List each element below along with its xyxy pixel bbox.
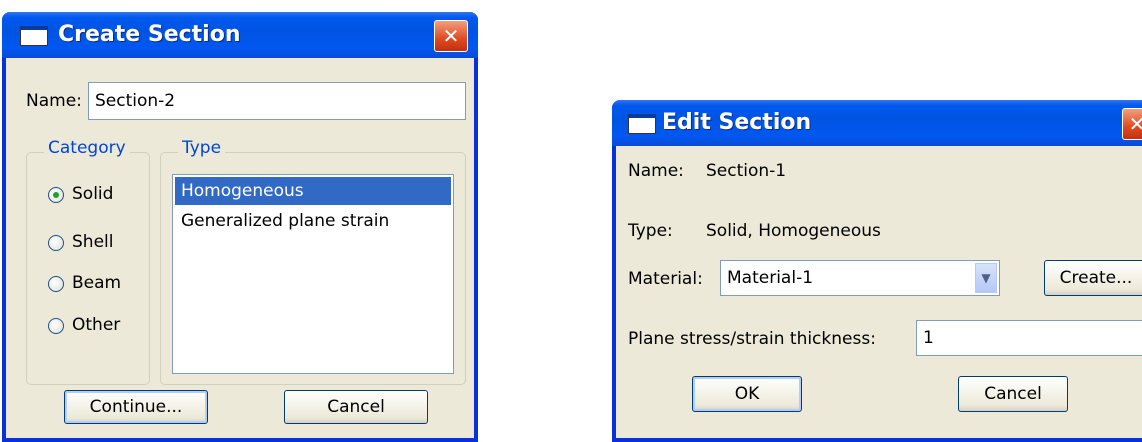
edit-section-titlebar[interactable]: Edit Section ✕ [612,100,1142,146]
type-legend: Type [178,138,226,158]
radio-beam-label[interactable]: Beam [72,273,121,293]
category-legend: Category [44,138,130,158]
window-icon [20,26,48,46]
radio-solid[interactable] [48,187,64,203]
create-section-dialog: Create Section ✕ Name: Section-2 Categor… [2,12,478,442]
name-label: Name: [628,161,684,181]
type-listbox[interactable]: Homogeneous Generalized plane strain [172,174,454,374]
type-value: Solid, Homogeneous [706,221,881,241]
radio-shell-label[interactable]: Shell [72,232,113,252]
create-section-title: Create Section [58,22,241,47]
create-material-button[interactable]: Create... [1044,260,1142,296]
radio-beam[interactable] [48,276,64,292]
cancel-button[interactable]: Cancel [958,376,1068,412]
continue-button[interactable]: Continue... [64,390,208,424]
radio-other-label[interactable]: Other [72,315,120,335]
material-select[interactable]: Material-1 ▼ [720,260,1000,296]
thickness-label: Plane stress/strain thickness: [628,329,876,349]
edit-section-dialog: Edit Section ✕ Name: Section-1 Type: Sol… [612,100,1142,442]
radio-solid-label[interactable]: Solid [72,184,113,204]
create-section-titlebar[interactable]: Create Section ✕ [2,12,478,58]
ok-button[interactable]: OK [692,376,802,412]
window-icon [628,114,656,134]
radio-shell[interactable] [48,235,64,251]
name-value: Section-1 [706,161,787,181]
name-label: Name: [26,91,82,111]
cancel-button[interactable]: Cancel [284,390,428,424]
type-item-homogeneous[interactable]: Homogeneous [175,177,451,205]
close-icon[interactable]: ✕ [1122,108,1142,140]
radio-other[interactable] [48,318,64,334]
type-item-generalized-plane-strain[interactable]: Generalized plane strain [175,207,451,235]
material-label: Material: [628,269,703,289]
type-label: Type: [628,221,673,241]
chevron-down-icon[interactable]: ▼ [975,263,997,293]
edit-section-title: Edit Section [662,110,812,135]
material-select-value: Material-1 [727,268,814,288]
thickness-input[interactable]: 1 [916,320,1142,356]
close-icon[interactable]: ✕ [434,20,468,52]
section-name-input[interactable]: Section-2 [88,82,466,120]
radio-selected-dot [53,192,59,198]
